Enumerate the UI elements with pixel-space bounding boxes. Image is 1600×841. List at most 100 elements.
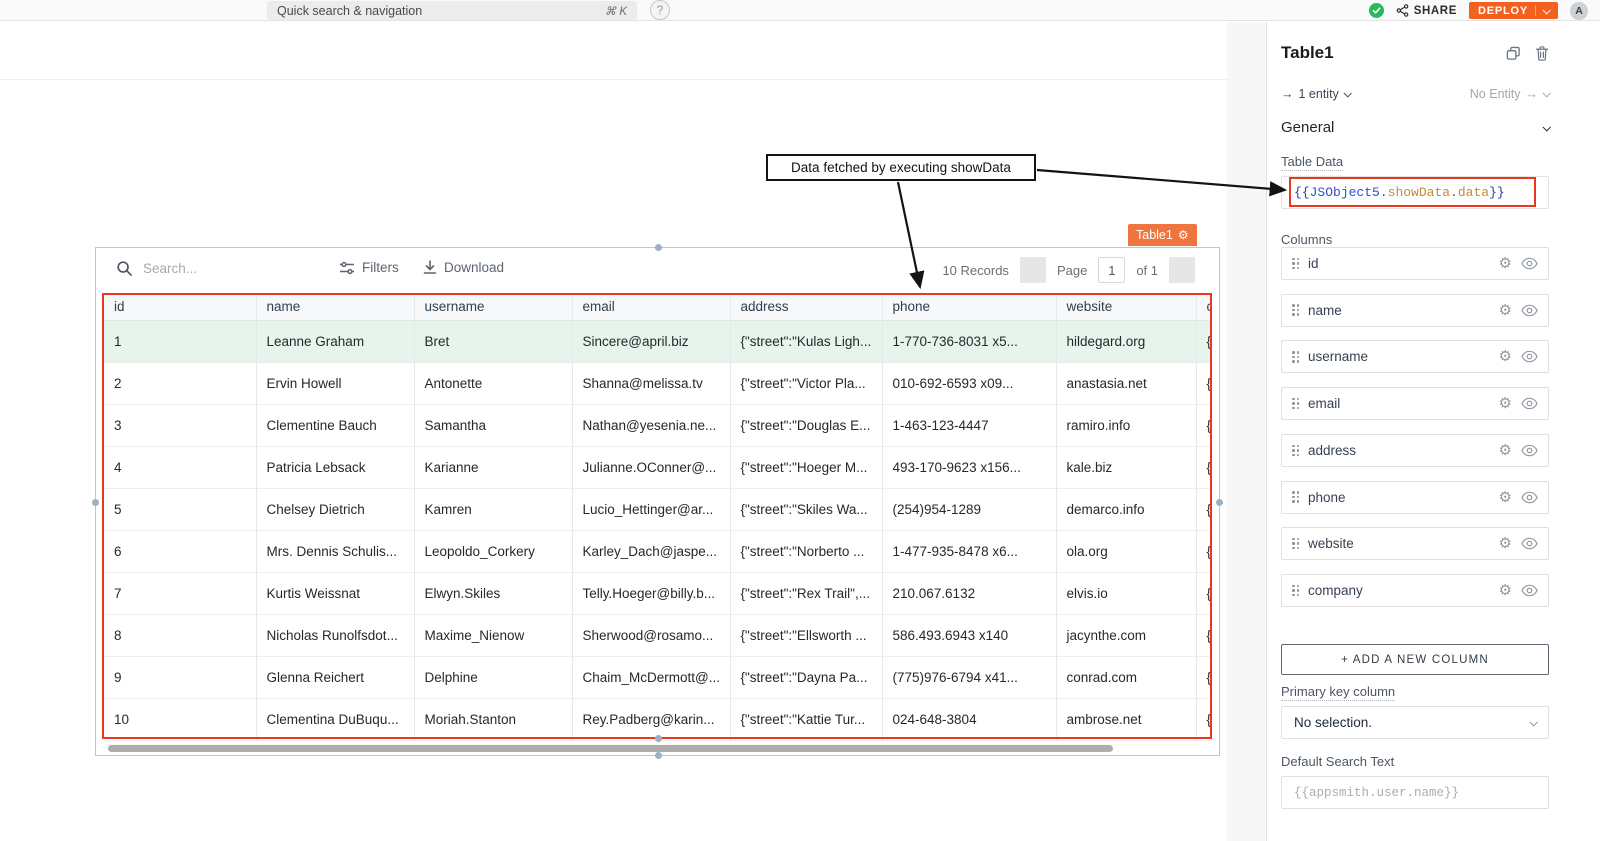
table-cell[interactable]: Leopoldo_Corkery (414, 530, 572, 572)
table-cell[interactable]: {"street":"Douglas E... (730, 404, 882, 446)
table-cell[interactable]: ambrose.net (1056, 698, 1196, 740)
resize-handle-inner-bottom[interactable] (655, 735, 662, 742)
table-cell[interactable]: hildegard.org (1056, 320, 1196, 362)
table-cell[interactable]: Shanna@melissa.tv (572, 362, 730, 404)
table-cell[interactable]: Ervin Howell (256, 362, 414, 404)
table-cell[interactable]: elvis.io (1056, 572, 1196, 614)
default-search-input[interactable]: {{appsmith.user.name}} (1281, 776, 1549, 809)
column-header-phone[interactable]: phone (882, 293, 1056, 320)
table-cell[interactable]: Elwyn.Skiles (414, 572, 572, 614)
table-cell[interactable]: {"street":"Kattie Tur... (730, 698, 882, 740)
table-cell[interactable]: Karley_Dach@jaspe... (572, 530, 730, 572)
column-header-website[interactable]: website (1056, 293, 1196, 320)
filters-button[interactable]: Filters (339, 260, 399, 275)
column-header-email[interactable]: email (572, 293, 730, 320)
table-cell[interactable]: 3 (104, 404, 256, 446)
table-cell[interactable]: {"street":"Hoeger M... (730, 446, 882, 488)
drag-handle-icon[interactable] (1292, 445, 1299, 457)
drag-handle-icon[interactable] (1292, 398, 1299, 410)
table-cell[interactable]: Sincere@april.biz (572, 320, 730, 362)
table-cell[interactable]: Glenna Reichert (256, 656, 414, 698)
table-cell[interactable]: Moriah.Stanton (414, 698, 572, 740)
table-row[interactable]: 1Leanne GrahamBretSincere@april.biz{"str… (104, 320, 1212, 362)
table-cell[interactable]: Antonette (414, 362, 572, 404)
table-row[interactable]: 4Patricia LebsackKarianneJulianne.OConne… (104, 446, 1212, 488)
quick-search-input[interactable]: Quick search & navigation ⌘ K (267, 1, 637, 20)
column-settings-icon[interactable]: ⚙ (1499, 443, 1512, 458)
page-number-input[interactable] (1098, 257, 1125, 283)
resize-handle-right[interactable] (1216, 499, 1223, 506)
column-settings-icon[interactable]: ⚙ (1499, 396, 1512, 411)
table-cell[interactable]: Delphine (414, 656, 572, 698)
table-cell[interactable]: Clementina DuBuqu... (256, 698, 414, 740)
table-cell[interactable]: kale.biz (1056, 446, 1196, 488)
table-cell[interactable]: anastasia.net (1056, 362, 1196, 404)
column-header-address[interactable]: address (730, 293, 882, 320)
drag-handle-icon[interactable] (1292, 538, 1299, 550)
table-cell[interactable]: 210.067.6132 (882, 572, 1056, 614)
copy-widget-button[interactable] (1506, 46, 1521, 61)
column-settings-icon[interactable]: ⚙ (1499, 349, 1512, 364)
table-cell[interactable]: ola.org (1056, 530, 1196, 572)
table-cell[interactable]: Nathan@yesenia.ne... (572, 404, 730, 446)
table-cell[interactable]: {" (1196, 320, 1212, 362)
drag-handle-icon[interactable] (1292, 304, 1299, 316)
table-cell[interactable]: {" (1196, 530, 1212, 572)
column-header-company[interactable]: company (1196, 293, 1212, 320)
table-row[interactable]: 9Glenna ReichertDelphineChaim_McDermott@… (104, 656, 1212, 698)
table-cell[interactable]: (254)954-1289 (882, 488, 1056, 530)
column-visibility-icon[interactable] (1521, 397, 1538, 410)
table-cell[interactable]: {" (1196, 698, 1212, 740)
table-cell[interactable]: 1-463-123-4447 (882, 404, 1056, 446)
resize-handle-top[interactable] (655, 244, 662, 251)
widget-name-tag[interactable]: Table1 ⚙ (1128, 224, 1197, 246)
table-cell[interactable]: Leanne Graham (256, 320, 414, 362)
deploy-chevron-icon[interactable] (1542, 6, 1550, 14)
avatar[interactable]: A (1570, 2, 1588, 20)
column-visibility-icon[interactable] (1521, 491, 1538, 504)
table-search[interactable]: Search... (116, 260, 197, 277)
table-cell[interactable]: {" (1196, 656, 1212, 698)
table-cell[interactable]: (775)976-6794 x41... (882, 656, 1056, 698)
deploy-button[interactable]: DEPLOY (1469, 2, 1558, 19)
share-button[interactable]: SHARE (1396, 4, 1457, 17)
column-visibility-icon[interactable] (1521, 584, 1538, 597)
table-widget[interactable]: Search... Filters Download 10 Records Pa… (95, 247, 1220, 756)
table-cell[interactable]: {" (1196, 572, 1212, 614)
table-cell[interactable]: {"street":"Dayna Pa... (730, 656, 882, 698)
table-cell[interactable]: {"street":"Skiles Wa... (730, 488, 882, 530)
drag-handle-icon[interactable] (1292, 491, 1299, 503)
table-cell[interactable]: Telly.Hoeger@billy.b... (572, 572, 730, 614)
column-settings-icon[interactable]: ⚙ (1499, 256, 1512, 271)
table-row[interactable]: 2Ervin HowellAntonetteShanna@melissa.tv {… (104, 362, 1212, 404)
column-header-name[interactable]: name (256, 293, 414, 320)
resize-handle-left[interactable] (92, 499, 99, 506)
table-cell[interactable]: 024-648-3804 (882, 698, 1056, 740)
table-cell[interactable]: Mrs. Dennis Schulis... (256, 530, 414, 572)
table-cell[interactable]: {" (1196, 362, 1212, 404)
add-new-column-button[interactable]: + ADD A NEW COLUMN (1281, 644, 1549, 675)
table-cell[interactable]: {"street":"Ellsworth ... (730, 614, 882, 656)
section-general[interactable]: General (1281, 119, 1549, 136)
table-cell[interactable]: Sherwood@rosamo... (572, 614, 730, 656)
table-cell[interactable]: 586.493.6943 x140 (882, 614, 1056, 656)
table-cell[interactable]: 7 (104, 572, 256, 614)
table-row[interactable]: 7Kurtis WeissnatElwyn.SkilesTelly.Hoeger… (104, 572, 1212, 614)
table-cell[interactable]: {" (1196, 614, 1212, 656)
next-page-button[interactable] (1169, 257, 1195, 283)
table-cell[interactable]: demarco.info (1056, 488, 1196, 530)
outgoing-entities-toggle[interactable]: No Entity → (1470, 87, 1549, 101)
column-visibility-icon[interactable] (1521, 257, 1538, 270)
table-cell[interactable]: 5 (104, 488, 256, 530)
table-row[interactable]: 3Clementine BauchSamanthaNathan@yesenia.… (104, 404, 1212, 446)
column-settings-icon[interactable]: ⚙ (1499, 583, 1512, 598)
column-visibility-icon[interactable] (1521, 304, 1538, 317)
widget-settings-icon[interactable]: ⚙ (1178, 229, 1189, 241)
table-cell[interactable]: 1 (104, 320, 256, 362)
table-cell[interactable]: Kamren (414, 488, 572, 530)
table-cell[interactable]: 2 (104, 362, 256, 404)
column-settings-icon[interactable]: ⚙ (1499, 303, 1512, 318)
table-cell[interactable]: Patricia Lebsack (256, 446, 414, 488)
column-settings-icon[interactable]: ⚙ (1499, 490, 1512, 505)
table-cell[interactable]: 6 (104, 530, 256, 572)
